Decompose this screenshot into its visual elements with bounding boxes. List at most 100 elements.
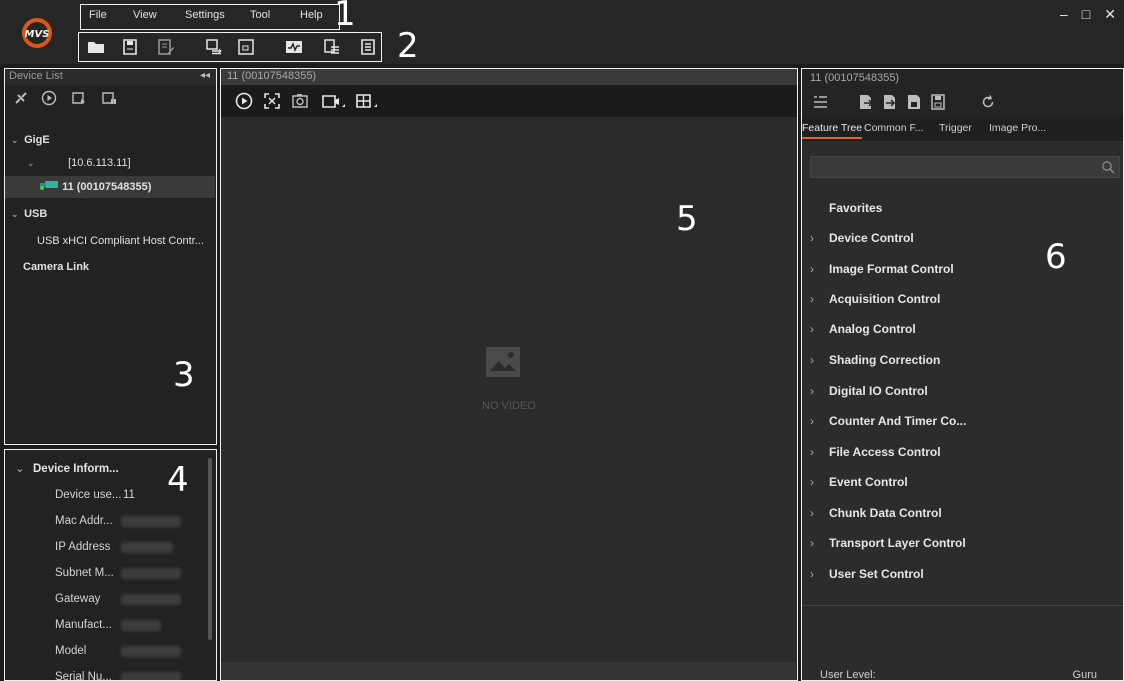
feature-item[interactable]: › Digital IO Control — [810, 380, 1110, 402]
list-filter-icon[interactable] — [812, 94, 828, 110]
tab-image-processing[interactable]: Image Pro... — [989, 122, 1046, 134]
tree-item-camera-link[interactable]: Camera Link — [5, 256, 215, 278]
tab-common-features[interactable]: Common F... — [864, 122, 924, 134]
chevron-right-icon[interactable]: › — [810, 502, 829, 524]
ip-config-icon[interactable] — [205, 38, 223, 56]
record-icon[interactable] — [321, 92, 347, 110]
menu-view[interactable]: View — [133, 9, 157, 21]
feature-search-input[interactable] — [811, 157, 1091, 177]
info-key: Model — [55, 645, 87, 657]
feature-item[interactable]: › Transport Layer Control — [810, 532, 1110, 554]
feature-item-label: Acquisition Control — [829, 292, 941, 306]
edit-icon[interactable] — [157, 38, 175, 56]
chevron-right-icon[interactable]: › — [810, 441, 829, 463]
grid-layout-icon[interactable] — [355, 92, 381, 110]
feature-item[interactable]: › Chunk Data Control — [810, 502, 1110, 524]
title-bar: MVS File View Settings Tool Help 1 2 – □… — [0, 0, 1124, 66]
video-panel: 11 (00107548355) NO VIDEO 5 — [220, 68, 798, 681]
annotation-number: 6 — [1045, 237, 1067, 277]
tree-item-usb-host[interactable]: USB xHCI Compliant Host Contr... — [5, 230, 215, 252]
tab-trigger[interactable]: Trigger — [939, 122, 972, 134]
document-icon[interactable] — [359, 38, 377, 56]
waveform-icon[interactable] — [285, 38, 303, 56]
camera-icon — [39, 176, 59, 198]
feature-item-label: Digital IO Control — [829, 384, 928, 398]
window-controls: – □ ✕ — [1060, 6, 1116, 23]
feature-item-label: Shading Correction — [829, 353, 941, 367]
capture-icon[interactable] — [71, 90, 87, 106]
collapse-panel-icon[interactable]: ◂◂ — [200, 70, 210, 81]
tree-item-label: Camera Link — [23, 261, 90, 273]
chevron-right-icon[interactable]: › — [810, 410, 829, 432]
divider — [802, 605, 1122, 606]
open-folder-icon[interactable] — [87, 38, 105, 56]
feature-item-label: Analog Control — [829, 322, 916, 336]
close-button[interactable]: ✕ — [1104, 6, 1116, 23]
feature-item[interactable]: › Counter And Timer Co... — [810, 410, 1110, 432]
feature-item-label: User Set Control — [829, 567, 924, 581]
chevron-right-icon[interactable]: › — [810, 288, 829, 310]
chevron-down-icon[interactable]: ⌄ — [27, 152, 37, 174]
favorites-item[interactable]: Favorites — [810, 197, 1110, 219]
export-icon[interactable] — [882, 94, 898, 110]
user-level-label: User Level: — [820, 669, 876, 681]
chevron-right-icon[interactable]: › — [810, 471, 829, 493]
tab-feature-tree[interactable]: Feature Tree — [802, 122, 863, 139]
video-title: 11 (00107548355) — [221, 69, 797, 85]
maximize-button[interactable]: □ — [1082, 6, 1090, 23]
image-export-icon[interactable] — [323, 38, 341, 56]
save-params-icon[interactable] — [906, 94, 922, 110]
load-params-icon[interactable] — [930, 94, 946, 110]
chevron-right-icon[interactable]: › — [810, 258, 829, 280]
info-row: Serial Nu... — [5, 664, 205, 680]
search-icon[interactable] — [1101, 160, 1115, 174]
chevron-down-icon[interactable]: ⌄ — [11, 203, 21, 225]
tree-item-label: [10.6.113.11] — [68, 157, 131, 169]
feature-toolbar — [802, 87, 1123, 117]
snapshot-icon[interactable] — [291, 92, 309, 110]
minimize-button[interactable]: – — [1060, 6, 1068, 23]
disconnect-icon[interactable] — [13, 90, 29, 106]
chevron-right-icon[interactable]: › — [810, 318, 829, 340]
play-icon[interactable] — [235, 92, 253, 110]
feature-item[interactable]: › Shading Correction — [810, 349, 1110, 371]
chevron-down-icon[interactable]: ⌄ — [11, 129, 21, 151]
play-icon[interactable] — [41, 90, 57, 106]
stop-capture-icon[interactable] — [101, 90, 117, 106]
chevron-right-icon[interactable]: › — [810, 227, 829, 249]
feature-item[interactable]: › Analog Control — [810, 318, 1110, 340]
fit-window-icon[interactable] — [263, 92, 281, 110]
chevron-down-icon[interactable]: ⌄ — [15, 456, 25, 482]
chevron-right-icon[interactable]: › — [810, 532, 829, 554]
redacted-value — [121, 516, 181, 527]
feature-item[interactable]: › User Set Control — [810, 563, 1110, 585]
annotation-number: 2 — [397, 26, 419, 66]
video-status-bar — [221, 662, 796, 680]
redacted-value — [121, 568, 181, 579]
tree-item-camera[interactable]: 11 (00107548355) — [5, 176, 215, 198]
tree-item-ip[interactable]: ⌄ [10.6.113.11] — [5, 152, 215, 174]
feature-item[interactable]: › Event Control — [810, 471, 1110, 493]
save-icon[interactable] — [121, 38, 139, 56]
fullscreen-icon[interactable] — [237, 38, 255, 56]
tree-item-usb[interactable]: ⌄ USB — [5, 203, 215, 225]
scrollbar[interactable] — [208, 458, 212, 640]
chevron-right-icon[interactable]: › — [810, 563, 829, 585]
section-title: Device Inform... — [33, 463, 119, 475]
menu-tool[interactable]: Tool — [250, 9, 270, 21]
refresh-icon[interactable] — [980, 94, 996, 110]
tree-item-gige[interactable]: ⌄ GigE — [5, 129, 215, 151]
feature-search-box — [810, 156, 1120, 178]
menu-settings[interactable]: Settings — [185, 9, 225, 21]
menu-file[interactable]: File — [89, 9, 107, 21]
tree-item-label: GigE — [24, 134, 50, 146]
chevron-right-icon[interactable]: › — [810, 380, 829, 402]
no-video-label: NO VIDEO — [482, 400, 536, 412]
user-level-select[interactable]: Guru — [1073, 669, 1097, 681]
import-icon[interactable] — [858, 94, 874, 110]
menu-help[interactable]: Help — [300, 9, 323, 21]
feature-item[interactable]: › Acquisition Control — [810, 288, 1110, 310]
device-list-title: Device List — [9, 70, 63, 82]
chevron-right-icon[interactable]: › — [810, 349, 829, 371]
feature-item[interactable]: › File Access Control — [810, 441, 1110, 463]
